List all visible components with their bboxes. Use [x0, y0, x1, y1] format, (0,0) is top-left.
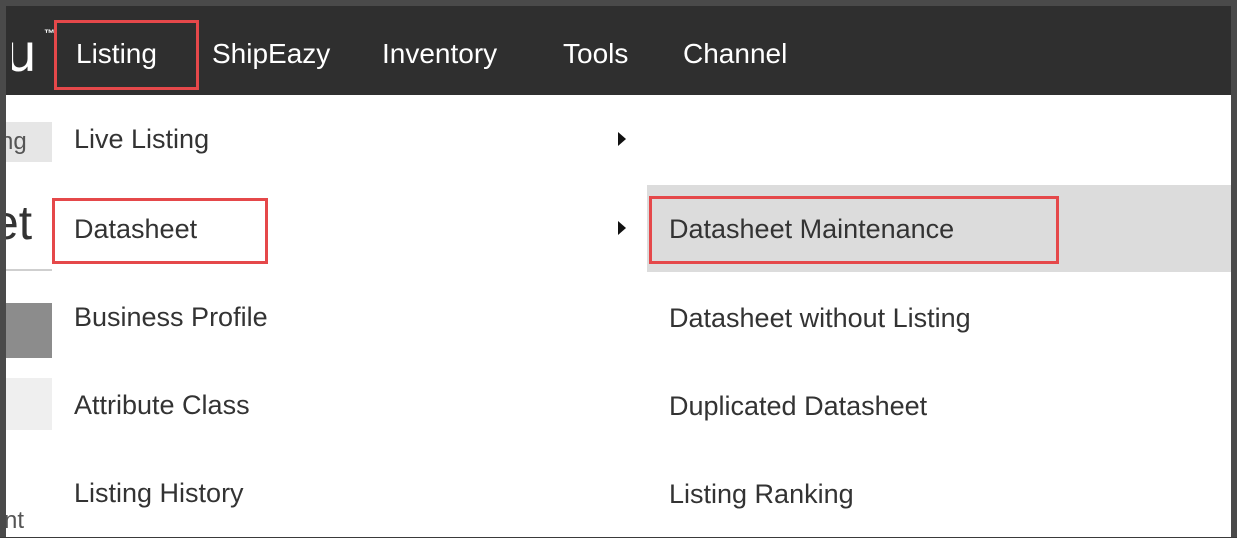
- highlight-box-listing: [54, 20, 199, 90]
- datasheet-submenu-items: Datasheet Maintenance Datasheet without …: [647, 95, 1231, 537]
- brand-logo-glyph: u: [12, 28, 37, 84]
- menu-item-attribute-class[interactable]: Attribute Class: [74, 361, 250, 449]
- submenu-item-duplicated-datasheet[interactable]: Duplicated Datasheet: [669, 362, 927, 450]
- highlight-box-datasheet: [52, 198, 268, 264]
- highlight-box-datasheet-maintenance: [649, 196, 1059, 264]
- nav-item-shipeazy[interactable]: ShipEazy: [212, 34, 330, 74]
- listing-dropdown-menu: Live Listing Datasheet Business Profile …: [52, 95, 647, 537]
- nav-item-inventory[interactable]: Inventory: [382, 34, 497, 74]
- menu-item-live-listing[interactable]: Live Listing: [74, 95, 209, 183]
- submenu-arrow-icon: [618, 132, 626, 146]
- brand-logo[interactable]: u: [12, 28, 48, 88]
- background-header-band: [6, 303, 52, 358]
- background-title-underline: [6, 269, 52, 271]
- background-page-title: et: [6, 197, 33, 250]
- nav-item-channel[interactable]: Channel: [683, 34, 787, 74]
- background-row-band: [6, 378, 52, 430]
- background-bottom-text: nt: [6, 507, 25, 534]
- background-page: ng et nt: [6, 95, 52, 537]
- submenu-arrow-icon: [618, 221, 626, 235]
- nav-item-tools[interactable]: Tools: [563, 34, 628, 74]
- submenu-item-listing-ranking[interactable]: Listing Ranking: [669, 450, 854, 538]
- background-tab-text: ng: [6, 128, 27, 155]
- menu-item-business-profile[interactable]: Business Profile: [74, 273, 268, 361]
- submenu-item-datasheet-without-listing[interactable]: Datasheet without Listing: [669, 274, 971, 362]
- menu-item-listing-history[interactable]: Listing History: [74, 449, 244, 537]
